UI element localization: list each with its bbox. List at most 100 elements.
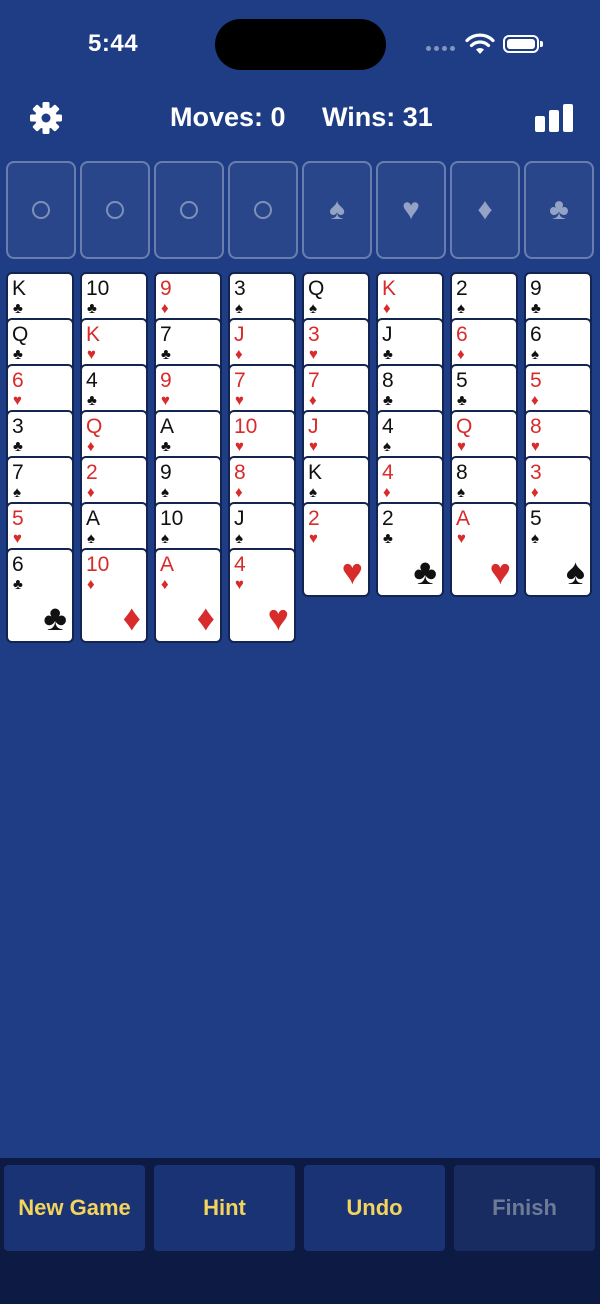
spade-icon: ♠ bbox=[161, 530, 169, 547]
heart-icon: ♥ bbox=[531, 438, 540, 455]
moves-counter: Moves: 0 bbox=[170, 102, 286, 132]
foundation-hearts[interactable]: ♥ bbox=[376, 161, 446, 259]
signal-icon bbox=[426, 46, 455, 51]
card-rank: 4 bbox=[234, 553, 246, 576]
club-icon: ♣ bbox=[161, 346, 171, 363]
free-cell-1[interactable] bbox=[6, 161, 76, 259]
diamond-icon: ♦ bbox=[383, 300, 391, 317]
heart-icon: ♥ bbox=[267, 597, 289, 638]
card-rank: K bbox=[382, 277, 397, 300]
heart-icon: ♥ bbox=[13, 530, 22, 547]
empty-cell-icon bbox=[32, 201, 50, 219]
card-rank: 9 bbox=[160, 461, 172, 484]
card-rank: J bbox=[234, 323, 245, 346]
heart-icon: ♥ bbox=[341, 551, 363, 592]
heart-icon: ♥ bbox=[457, 530, 466, 547]
playing-card[interactable]: 2 ♣ ♣ bbox=[376, 502, 444, 597]
new-game-button[interactable]: New Game bbox=[4, 1165, 145, 1251]
card-rank: A bbox=[456, 507, 471, 530]
club-icon: ♣ bbox=[87, 300, 97, 317]
status-bar: 5:44 bbox=[0, 0, 600, 90]
heart-icon: ♥ bbox=[309, 438, 318, 455]
playing-card[interactable]: 5 ♠ ♠ bbox=[524, 502, 592, 597]
card-rank: 6 bbox=[456, 323, 468, 346]
playing-card[interactable]: 2 ♥ ♥ bbox=[302, 502, 370, 597]
empty-cell-icon bbox=[106, 201, 124, 219]
heart-icon: ♥ bbox=[457, 438, 466, 455]
card-rank: A bbox=[160, 415, 175, 438]
card-rank: 9 bbox=[530, 277, 542, 300]
foundation-spades[interactable]: ♠ bbox=[302, 161, 372, 259]
heart-icon: ♥ bbox=[87, 346, 96, 363]
club-icon: ♣ bbox=[531, 300, 541, 317]
spade-icon: ♠ bbox=[235, 300, 243, 317]
card-rank: 3 bbox=[234, 277, 246, 300]
diamond-icon: ♦ bbox=[161, 300, 169, 317]
diamond-icon: ♦ bbox=[122, 597, 141, 638]
card-rank: 5 bbox=[456, 369, 468, 392]
spade-icon: ♠ bbox=[383, 438, 391, 455]
playing-card[interactable]: A ♦ ♦ bbox=[154, 548, 222, 643]
club-icon: ♣ bbox=[87, 392, 97, 409]
heart-icon: ♥ bbox=[489, 551, 511, 592]
club-icon: ♣ bbox=[549, 193, 569, 226]
card-rank: 4 bbox=[382, 415, 394, 438]
club-icon: ♣ bbox=[161, 438, 171, 455]
spade-icon: ♠ bbox=[565, 551, 585, 592]
heart-icon: ♥ bbox=[13, 392, 22, 409]
playing-card[interactable]: 6 ♣ ♣ bbox=[6, 548, 74, 643]
free-cell-3[interactable] bbox=[154, 161, 224, 259]
hint-button[interactable]: Hint bbox=[154, 1165, 295, 1251]
card-rank: Q bbox=[86, 415, 103, 438]
free-cell-2[interactable] bbox=[80, 161, 150, 259]
diamond-icon: ♦ bbox=[161, 576, 169, 593]
stats-icon[interactable] bbox=[534, 102, 574, 134]
card-rank: A bbox=[160, 553, 175, 576]
spade-icon: ♠ bbox=[87, 530, 95, 547]
card-rank: K bbox=[308, 461, 323, 484]
card-rank: 9 bbox=[160, 369, 172, 392]
playing-card[interactable]: 4 ♥ ♥ bbox=[228, 548, 296, 643]
club-icon: ♣ bbox=[383, 392, 393, 409]
card-rank: 7 bbox=[160, 323, 172, 346]
card-rank: 9 bbox=[160, 277, 172, 300]
card-rank: 3 bbox=[308, 323, 320, 346]
club-icon: ♣ bbox=[43, 597, 67, 638]
club-icon: ♣ bbox=[13, 438, 23, 455]
card-rank: 7 bbox=[308, 369, 320, 392]
heart-icon: ♥ bbox=[235, 392, 244, 409]
heart-icon: ♥ bbox=[309, 530, 318, 547]
gear-icon[interactable] bbox=[28, 100, 64, 136]
undo-button[interactable]: Undo bbox=[304, 1165, 445, 1251]
status-time: 5:44 bbox=[88, 30, 139, 57]
card-rank: 8 bbox=[382, 369, 394, 392]
club-icon: ♣ bbox=[13, 300, 23, 317]
diamond-icon: ♦ bbox=[477, 193, 493, 226]
foundation-clubs[interactable]: ♣ bbox=[524, 161, 594, 259]
empty-cell-icon bbox=[180, 201, 198, 219]
card-rank: 5 bbox=[530, 369, 542, 392]
spade-icon: ♠ bbox=[309, 484, 317, 501]
card-rank: 10 bbox=[234, 415, 258, 438]
card-rank: 10 bbox=[86, 553, 110, 576]
spade-icon: ♠ bbox=[329, 193, 345, 226]
diamond-icon: ♦ bbox=[87, 576, 95, 593]
club-icon: ♣ bbox=[383, 346, 393, 363]
card-rank: 8 bbox=[530, 415, 542, 438]
playing-card[interactable]: A ♥ ♥ bbox=[450, 502, 518, 597]
diamond-icon: ♦ bbox=[196, 597, 215, 638]
diamond-icon: ♦ bbox=[87, 438, 95, 455]
card-rank: Q bbox=[456, 415, 473, 438]
spade-icon: ♠ bbox=[309, 300, 317, 317]
free-cell-4[interactable] bbox=[228, 161, 298, 259]
card-rank: 6 bbox=[12, 369, 24, 392]
card-rank: 8 bbox=[456, 461, 468, 484]
empty-cell-icon bbox=[254, 201, 272, 219]
diamond-icon: ♦ bbox=[531, 484, 539, 501]
foundation-diamonds[interactable]: ♦ bbox=[450, 161, 520, 259]
card-rank: 4 bbox=[382, 461, 394, 484]
spade-icon: ♠ bbox=[531, 530, 539, 547]
diamond-icon: ♦ bbox=[87, 484, 95, 501]
playing-card[interactable]: 10 ♦ ♦ bbox=[80, 548, 148, 643]
card-rank: 6 bbox=[530, 323, 542, 346]
